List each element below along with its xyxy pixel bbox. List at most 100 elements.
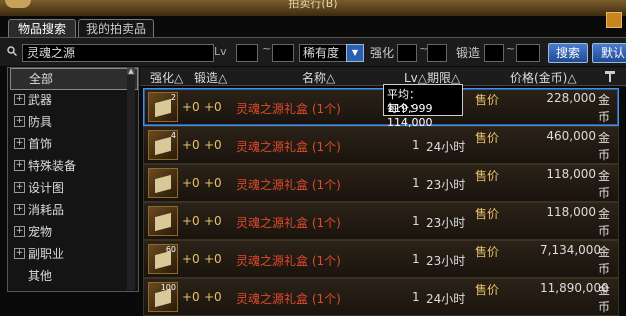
- period-value: 24小时: [426, 292, 466, 306]
- gift-box-icon: 60: [148, 244, 178, 274]
- price-unit: 金币: [598, 93, 611, 124]
- chevron-down-icon[interactable]: ▼: [346, 44, 364, 62]
- enhance-min-input[interactable]: [397, 44, 417, 62]
- expand-icon[interactable]: +: [14, 116, 25, 127]
- sidebar-item-other[interactable]: 其他: [10, 266, 136, 286]
- sidebar-scrollbar[interactable]: ▲: [127, 67, 135, 290]
- price-value: 11,890,000: [540, 281, 609, 295]
- window-title: 拍卖行(B): [288, 0, 338, 10]
- price-value: 7,134,000: [540, 243, 602, 257]
- sidebar-item-label: 其他: [28, 269, 53, 283]
- table-row[interactable]: 4 +0 +0 灵魂之源礼盒 (1个) 1 24小时 售价 460,000 金币: [143, 126, 619, 164]
- expand-icon[interactable]: +: [14, 204, 25, 215]
- gift-box-icon: 4: [148, 130, 178, 160]
- rarity-select[interactable]: 稀有度: [299, 44, 352, 62]
- sidebar-item-special-equipment[interactable]: + 特殊装备: [10, 156, 136, 176]
- period-value: 23小时: [426, 178, 466, 192]
- enhance-max-input[interactable]: [427, 44, 447, 62]
- stack-count: 100: [160, 283, 176, 292]
- table-row[interactable]: +0 +0 灵魂之源礼盒 (1个) 1 23小时 售价 118,000 金币: [143, 202, 619, 240]
- price-label: 售价: [475, 131, 500, 145]
- price-label: 售价: [475, 245, 500, 259]
- level-max-input[interactable]: [272, 44, 294, 62]
- sidebar-item-consumables[interactable]: + 消耗品: [10, 200, 136, 220]
- expand-icon[interactable]: +: [14, 226, 25, 237]
- expand-icon[interactable]: +: [14, 182, 25, 193]
- category-sidebar: 全部 + 武器 + 防具 + 首饰 + 特殊装备 + 设计图 + 消耗品 + 宠物 + 副职业 …: [7, 67, 139, 292]
- hammer-icon: [605, 71, 615, 82]
- tab-my-auctions[interactable]: 我的拍卖品: [78, 19, 154, 38]
- forge-tilde: ~: [506, 42, 516, 55]
- table-row[interactable]: 60 +0 +0 灵魂之源礼盒 (1个) 1 23小时 售价 7,134,000…: [143, 240, 619, 278]
- sidebar-item-pets[interactable]: + 宠物: [10, 222, 136, 242]
- forge-max-input[interactable]: [516, 44, 540, 62]
- enhance-value: +0: [182, 214, 200, 228]
- item-name: 灵魂之源礼盒 (1个): [236, 140, 341, 154]
- sidebar-item-label: 设计图: [28, 181, 65, 195]
- price-label: 售价: [475, 169, 500, 183]
- column-price[interactable]: 价格(金币)△: [510, 69, 577, 86]
- price-value: 460,000: [546, 129, 596, 143]
- level-value: 1: [412, 138, 420, 152]
- enhance-value: +0: [182, 138, 200, 152]
- sidebar-item-label: 武器: [28, 93, 53, 107]
- column-name[interactable]: 名称△: [302, 69, 335, 86]
- gift-box-icon: [148, 168, 178, 198]
- default-button[interactable]: 默认: [592, 43, 626, 63]
- tab-item-search[interactable]: 物品搜索: [8, 19, 76, 38]
- search-input[interactable]: 灵魂之源: [22, 44, 214, 62]
- period-value: 23小时: [426, 254, 466, 268]
- item-name: 灵魂之源礼盒 (1个): [236, 216, 341, 230]
- level-min-input[interactable]: [236, 44, 258, 62]
- table-row[interactable]: 100 +0 +0 灵魂之源礼盒 (1个) 1 24小时 售价 11,890,0…: [143, 278, 619, 316]
- sidebar-item-subclass[interactable]: + 副职业: [10, 244, 136, 264]
- price-value: 118,000: [546, 167, 596, 181]
- title-bar: 拍卖行(B): [0, 0, 626, 16]
- enhance-value: +0: [182, 100, 200, 114]
- column-enhance[interactable]: 强化△: [150, 69, 183, 86]
- period-value: 23小时: [426, 216, 466, 230]
- stack-count: 60: [165, 245, 176, 254]
- scroll-up-icon[interactable]: ▲: [127, 67, 135, 75]
- expand-icon[interactable]: +: [14, 94, 25, 105]
- item-name: 灵魂之源礼盒 (1个): [236, 292, 341, 306]
- table-row[interactable]: +0 +0 灵魂之源礼盒 (1个) 1 23小时 售价 118,000 金币: [143, 164, 619, 202]
- sidebar-item-all[interactable]: 全部: [10, 68, 138, 90]
- item-name: 灵魂之源礼盒 (1个): [236, 102, 341, 116]
- price-unit: 金币: [598, 131, 611, 162]
- forge-value: +0: [204, 176, 222, 190]
- expand-icon[interactable]: +: [14, 248, 25, 259]
- price-value: 118,000: [546, 205, 596, 219]
- level-value: 1: [412, 252, 420, 266]
- table-row[interactable]: 2 +0 +0 灵魂之源礼盒 (1个) 售价 228,000 金币: [143, 88, 619, 126]
- sidebar-item-armor[interactable]: + 防具: [10, 112, 136, 132]
- level-tilde: ~: [262, 42, 272, 55]
- close-button[interactable]: [606, 12, 622, 28]
- enhance-value: +0: [182, 290, 200, 304]
- expand-icon[interactable]: +: [14, 160, 25, 171]
- sidebar-item-label: 首饰: [28, 137, 53, 151]
- sidebar-item-label: 宠物: [28, 225, 53, 239]
- sidebar-item-blueprints[interactable]: + 设计图: [10, 178, 136, 198]
- forge-value: +0: [204, 214, 222, 228]
- stack-count: 2: [170, 93, 176, 102]
- column-forge[interactable]: 锻造△: [194, 69, 227, 86]
- forge-min-input[interactable]: [484, 44, 504, 62]
- sidebar-item-label: 副职业: [28, 247, 65, 261]
- search-bar: 灵魂之源 Lv ~ 稀有度 ▼ 强化 ~ 锻造 ~ 搜索 默认: [0, 37, 626, 66]
- sidebar-item-label: 特殊装备: [28, 159, 77, 173]
- enhance-value: +0: [182, 176, 200, 190]
- search-button[interactable]: 搜索: [548, 43, 588, 63]
- tooltip-each-label: 每个：: [387, 102, 420, 115]
- price-unit: 金币: [598, 169, 611, 200]
- sidebar-item-label: 全部: [29, 72, 54, 86]
- sidebar-item-weapons[interactable]: + 武器: [10, 90, 136, 110]
- forge-value: +0: [204, 290, 222, 304]
- sidebar-item-accessories[interactable]: + 首饰: [10, 134, 136, 154]
- item-name: 灵魂之源礼盒 (1个): [236, 178, 341, 192]
- search-icon: [7, 46, 17, 56]
- price-unit: 金币: [598, 207, 611, 238]
- price-unit: 金币: [598, 283, 611, 314]
- expand-icon[interactable]: +: [14, 138, 25, 149]
- period-value: 24小时: [426, 140, 466, 154]
